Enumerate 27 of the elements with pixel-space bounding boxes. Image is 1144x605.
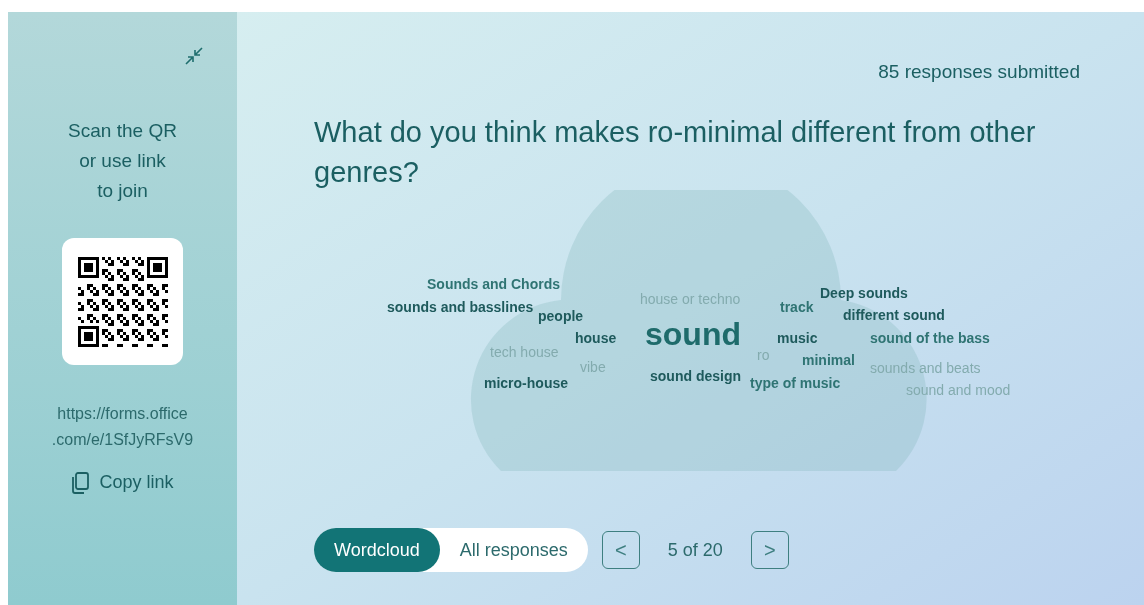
cloud-word: sound of the bass (870, 331, 990, 345)
join-instructions: Scan the QR or use link to join (68, 119, 177, 203)
cloud-word: sound and mood (906, 383, 1011, 397)
cloud-word: sounds and basslines (387, 300, 534, 314)
cloud-word: different sound (843, 308, 945, 322)
cloud-word: Deep sounds (820, 286, 908, 300)
page-indicator: 5 of 20 (667, 538, 723, 562)
cloud-word: house (575, 331, 617, 345)
cloud-word: track (780, 300, 814, 314)
responses-count: 85 responses submitted (878, 60, 1080, 84)
cloud-word: sound (645, 318, 741, 350)
question-title: What do you think makes ro-minimal different from other genres? (314, 115, 1037, 190)
cloud-word: minimal (802, 353, 855, 367)
cloud-word: music (777, 331, 818, 345)
cloud-word: type of music (750, 376, 841, 390)
view-tab[interactable]: Wordcloud (314, 528, 440, 572)
view-tab[interactable]: All responses (439, 528, 588, 572)
qr-code-icon (77, 254, 168, 349)
join-link[interactable]: https://forms.office .com/e/1SfJyRFsV9 (51, 401, 194, 453)
cloud-word: micro-house (484, 376, 568, 390)
copy-icon (71, 471, 90, 494)
next-button[interactable]: > (750, 531, 789, 569)
cloud-word: Sounds and Chords (427, 277, 560, 291)
previous-button[interactable]: < (601, 531, 640, 569)
cloud-word: sound design (650, 369, 741, 383)
copy-link-button[interactable]: Copy link (71, 469, 174, 496)
cloud-word: people (538, 309, 584, 323)
